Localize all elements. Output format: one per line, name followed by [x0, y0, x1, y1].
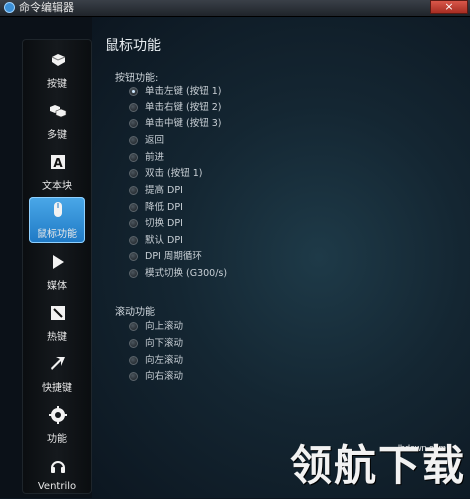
text-block-icon: A — [51, 155, 65, 170]
close-button[interactable]: × — [430, 0, 468, 14]
option-label: 向上滚动 — [145, 321, 184, 332]
sidebar-item-label: 多键 — [47, 130, 67, 141]
hotkey-icon — [51, 306, 65, 320]
radio-button[interactable] — [129, 236, 138, 245]
app-logo-icon — [4, 2, 15, 13]
option-label: 单击左键 (按钮 1) — [145, 86, 222, 97]
option-label: 提高 DPI — [145, 185, 183, 196]
scroll-function-label: 滚动功能 — [115, 307, 155, 318]
sidebar-item-label: Ventrilo — [37, 481, 77, 492]
sidebar-item-keystroke[interactable]: 按键 — [29, 47, 85, 93]
sidebar-item-label: 功能 — [47, 434, 67, 445]
radio-button[interactable] — [129, 186, 138, 195]
main-panel: 鼠标功能 按钮功能: 单击左键 (按钮 1) 单击右键 (按钮 2) 单击中键 … — [92, 17, 470, 498]
sidebar-item-multikey[interactable]: 多键 — [29, 98, 85, 144]
title-bar: 命令编辑器 × — [0, 0, 470, 17]
radio-button[interactable] — [129, 219, 138, 228]
option-label: 向下滚动 — [145, 338, 184, 349]
sidebar-item-label: 文本块 — [42, 181, 72, 192]
sidebar-item-label: 媒体 — [47, 281, 67, 292]
button-function-label: 按钮功能: — [115, 73, 159, 84]
shortcut-arrow-icon — [51, 357, 65, 370]
option-label: 单击中键 (按钮 3) — [145, 118, 222, 129]
sidebar-item-media[interactable]: 媒体 — [29, 249, 85, 295]
radio-button[interactable] — [129, 87, 138, 96]
radio-button[interactable] — [129, 203, 138, 212]
svg-text:A: A — [53, 156, 63, 170]
radio-button[interactable] — [129, 372, 138, 381]
sidebar-item-label: 热键 — [47, 332, 67, 343]
sidebar: 按键 多键 A 文本块 鼠标功能 媒体 热键 快捷键 功能 Ventrilo — [22, 39, 92, 494]
option-label: 向左滚动 — [145, 355, 184, 366]
sidebar-item-label: 快捷键 — [42, 383, 72, 394]
radio-button[interactable] — [129, 119, 138, 128]
window-title: 命令编辑器 — [19, 1, 74, 14]
option-label: DPI 周期循环 — [145, 251, 202, 262]
radio-button[interactable] — [129, 339, 138, 348]
option-label: 模式切换 (G300/s) — [145, 268, 228, 279]
option-label: 单击右键 (按钮 2) — [145, 102, 222, 113]
radio-button[interactable] — [129, 153, 138, 162]
page-title: 鼠标功能 — [105, 38, 161, 54]
radio-button[interactable] — [129, 322, 138, 331]
gear-icon — [49, 406, 67, 424]
radio-button[interactable] — [129, 356, 138, 365]
play-icon — [53, 255, 64, 269]
sidebar-item-ventrilo[interactable]: Ventrilo — [29, 453, 85, 499]
sidebar-item-mouse-function[interactable]: 鼠标功能 — [29, 197, 85, 243]
option-label: 向右滚动 — [145, 371, 184, 382]
radio-button[interactable] — [129, 169, 138, 178]
radio-button[interactable] — [129, 252, 138, 261]
sidebar-item-label: 鼠标功能 — [37, 229, 77, 240]
multi-key-icon — [50, 105, 67, 118]
sidebar-item-label: 按键 — [47, 79, 67, 90]
sidebar-item-text-block[interactable]: A 文本块 — [29, 149, 85, 195]
option-label: 双击 (按钮 1) — [145, 168, 203, 179]
sidebar-item-shortcut[interactable]: 快捷键 — [29, 351, 85, 397]
radio-button[interactable] — [129, 103, 138, 112]
radio-button[interactable] — [129, 269, 138, 278]
sidebar-item-function[interactable]: 功能 — [29, 402, 85, 448]
mouse-icon — [54, 202, 62, 217]
option-label: 降低 DPI — [145, 202, 183, 213]
radio-button[interactable] — [129, 136, 138, 145]
watermark-site: lhdown.com — [398, 443, 447, 453]
key-icon — [51, 54, 66, 66]
option-label: 切换 DPI — [145, 218, 183, 229]
headset-icon — [51, 461, 65, 473]
option-label: 默认 DPI — [145, 235, 183, 246]
option-label: 返回 — [145, 135, 165, 146]
option-label: 前进 — [145, 152, 165, 163]
sidebar-item-hotkey[interactable]: 热键 — [29, 300, 85, 346]
